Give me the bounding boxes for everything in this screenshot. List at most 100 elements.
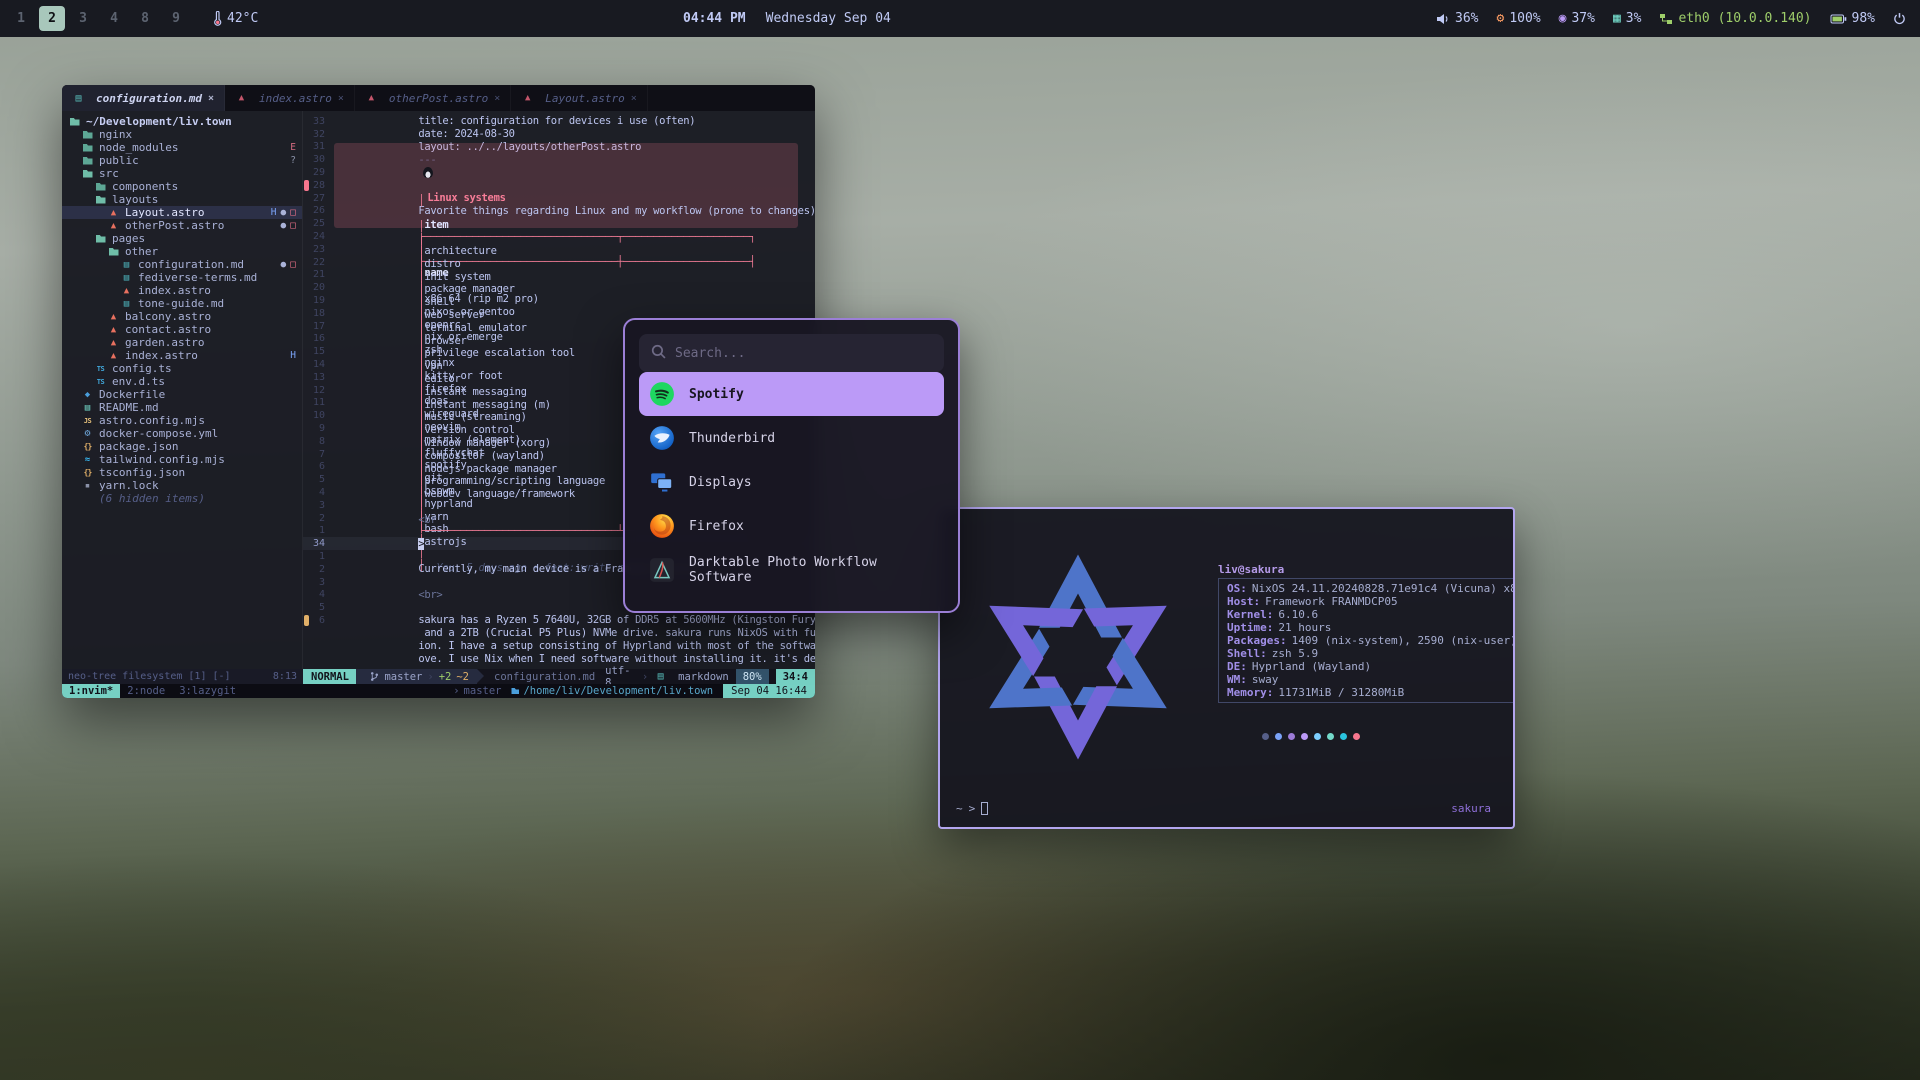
- gutter-sign: [304, 193, 309, 204]
- tree-item[interactable]: otherPost.astro ● □: [62, 219, 302, 232]
- launcher-searchbox[interactable]: [639, 334, 944, 372]
- tmux-window[interactable]: 2:node: [120, 684, 172, 698]
- tree-item[interactable]: contact.astro: [62, 323, 302, 336]
- tree-item-badge: ●: [281, 259, 287, 270]
- app-launcher: Spotify Thunderbird Displays Firefox Dar…: [623, 318, 960, 613]
- launcher-item-firefox[interactable]: Firefox: [639, 504, 944, 548]
- line-number: 11: [310, 397, 334, 408]
- docker-compose-icon: [81, 428, 94, 439]
- volume-value: 36%: [1455, 11, 1478, 26]
- fetch-info-label: DE:: [1227, 660, 1247, 673]
- tree-item[interactable]: balcony.astro: [62, 310, 302, 323]
- astro-file-icon: [107, 350, 120, 361]
- line-number: 8: [310, 436, 334, 447]
- tab-close-icon[interactable]: ×: [208, 93, 214, 104]
- segment-arrow: [477, 669, 484, 683]
- line-number: 10: [310, 410, 334, 421]
- tree-item[interactable]: (6 hidden items): [62, 492, 302, 505]
- json-file-icon: [81, 441, 94, 452]
- tree-item[interactable]: nginx: [62, 128, 302, 141]
- tree-item[interactable]: layouts: [62, 193, 302, 206]
- tree-item[interactable]: package.json: [62, 440, 302, 453]
- tree-item[interactable]: index.astro H: [62, 349, 302, 362]
- tree-item[interactable]: tone-guide.md: [62, 297, 302, 310]
- tab-label: Layout.astro: [545, 92, 624, 105]
- tree-item[interactable]: docker-compose.yml: [62, 427, 302, 440]
- workspace-number: 8: [141, 11, 149, 26]
- tree-item[interactable]: tailwind.config.mjs: [62, 453, 302, 466]
- tree-item[interactable]: configuration.md ● □: [62, 258, 302, 271]
- tree-item-label: public: [99, 154, 139, 167]
- gutter-sign: [304, 653, 309, 664]
- fetch-info-value: 21 hours: [1278, 621, 1331, 634]
- tmux-window[interactable]: 1:nvim*: [62, 684, 120, 698]
- launcher-item-darktable[interactable]: Darktable Photo Workflow Software: [639, 548, 944, 592]
- tree-item-label: index.astro: [138, 284, 211, 297]
- tree-item[interactable]: Layout.astro H ● □: [62, 206, 302, 219]
- launcher-item-thunderbird[interactable]: Thunderbird: [639, 416, 944, 460]
- line-number: 1: [310, 551, 334, 562]
- tree-item[interactable]: src: [62, 167, 302, 180]
- workspace-button[interactable]: 9: [163, 6, 189, 31]
- power-button[interactable]: [1893, 12, 1906, 25]
- line-number: 33: [310, 116, 334, 127]
- tree-item[interactable]: pages: [62, 232, 302, 245]
- tree-item[interactable]: yarn.lock: [62, 479, 302, 492]
- tree-item[interactable]: other: [62, 245, 302, 258]
- astro-file-icon: [107, 220, 120, 231]
- launcher-item-displays[interactable]: Displays: [639, 460, 944, 504]
- astro-file-icon: [120, 285, 133, 296]
- tree-item[interactable]: components: [62, 180, 302, 193]
- tree-item[interactable]: fediverse-terms.md: [62, 271, 302, 284]
- tree-item[interactable]: astro.config.mjs: [62, 414, 302, 427]
- fetch-user-host: liv@sakura: [1218, 563, 1513, 576]
- battery-module: 98%: [1830, 11, 1875, 26]
- tree-item[interactable]: README.md: [62, 401, 302, 414]
- editor-line[interactable]: ove. I use Nix when I need software with…: [303, 652, 815, 665]
- tmux-window[interactable]: 3:lazygit: [172, 684, 243, 698]
- gutter-sign: [304, 206, 309, 217]
- editor-tabline: configuration.md × index.astro × otherPo…: [62, 85, 815, 111]
- fetch-info-row: Memory: 11731MiB / 31280MiB: [1227, 686, 1513, 699]
- line-text: ove. I use Nix when I need software with…: [334, 629, 815, 669]
- line-number: 5: [310, 474, 334, 485]
- shell-prompt[interactable]: ~ >: [956, 802, 988, 815]
- workspace-button[interactable]: 3: [70, 6, 96, 31]
- workspace-button[interactable]: 8: [132, 6, 158, 31]
- git-status-segment: master › +2 ~2: [356, 669, 477, 684]
- launcher-item-spotify[interactable]: Spotify: [639, 372, 944, 416]
- json-file-icon: [81, 467, 94, 478]
- tree-item[interactable]: config.ts: [62, 362, 302, 375]
- tab-close-icon[interactable]: ×: [494, 93, 500, 104]
- tree-item-label: config.ts: [112, 362, 172, 375]
- tree-item[interactable]: index.astro: [62, 284, 302, 297]
- statusline: neo-tree filesystem [1] [-] 8:13 NORMAL …: [62, 669, 815, 684]
- editor-tab[interactable]: configuration.md ×: [62, 85, 225, 111]
- workspace-button[interactable]: 1: [8, 6, 34, 31]
- tab-close-icon[interactable]: ×: [631, 93, 637, 104]
- tree-item[interactable]: env.d.ts: [62, 375, 302, 388]
- tree-item[interactable]: public ?: [62, 154, 302, 167]
- editor-tab[interactable]: otherPost.astro ×: [355, 85, 511, 111]
- workspace-button[interactable]: 4: [101, 6, 127, 31]
- line-number: 24: [310, 231, 334, 242]
- tree-item[interactable]: node_modules E: [62, 141, 302, 154]
- folder-open-icon: [81, 168, 94, 179]
- gutter-sign: [304, 270, 309, 281]
- tree-item-badge: □: [290, 220, 296, 231]
- palette-dot: [1353, 733, 1360, 740]
- palette-dot: [1288, 733, 1295, 740]
- editor-tab[interactable]: Layout.astro ×: [511, 85, 648, 111]
- tree-item[interactable]: Dockerfile: [62, 388, 302, 401]
- workspace-button[interactable]: 2: [39, 6, 65, 31]
- fetch-info-value: Hyprland (Wayland): [1252, 660, 1371, 673]
- tab-close-icon[interactable]: ×: [338, 93, 344, 104]
- editor-tab[interactable]: index.astro ×: [225, 85, 355, 111]
- tree-item[interactable]: tsconfig.json: [62, 466, 302, 479]
- search-input[interactable]: [675, 346, 932, 361]
- line-number: 23: [310, 244, 334, 255]
- markdown-file-icon: [120, 259, 133, 270]
- tree-item[interactable]: ~/Development/liv.town: [62, 115, 302, 128]
- tree-item[interactable]: garden.astro: [62, 336, 302, 349]
- gutter-sign: [304, 410, 309, 421]
